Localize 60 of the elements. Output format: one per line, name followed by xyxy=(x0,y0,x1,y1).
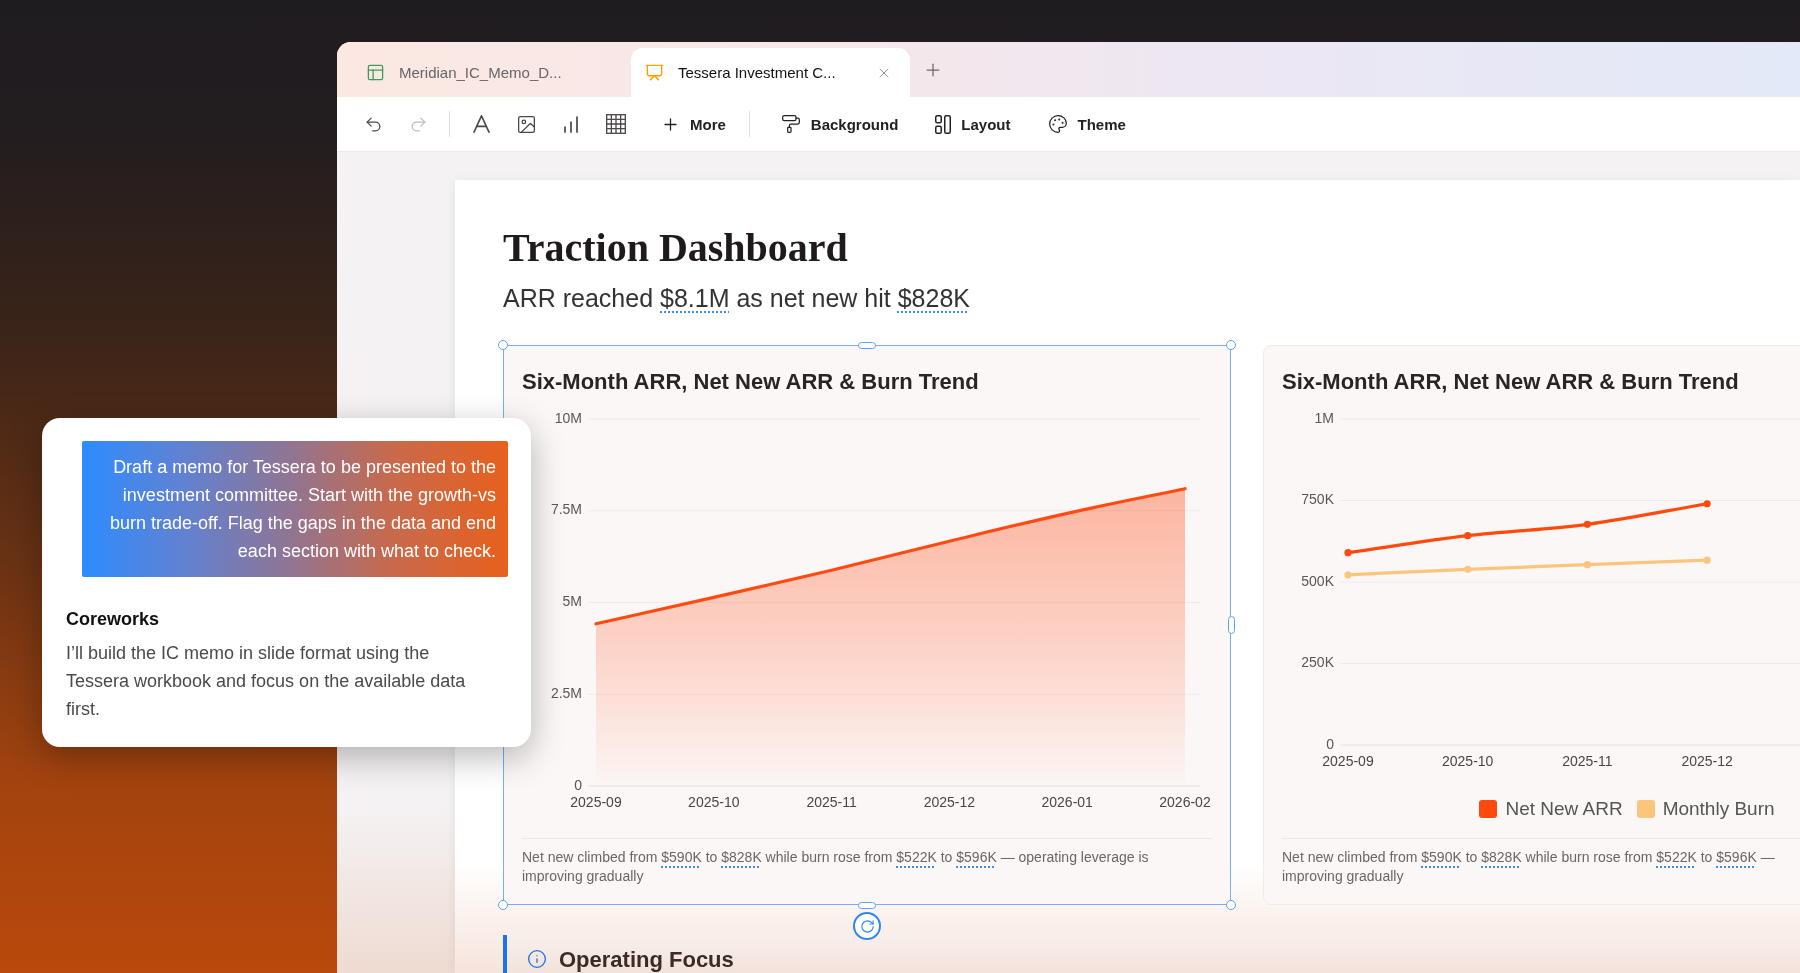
rotate-icon xyxy=(859,918,875,934)
x-axis-label: 2025-09 xyxy=(570,793,622,810)
chart-title: Six-Month ARR, Net New ARR & Burn Trend xyxy=(1282,368,1739,396)
image-icon xyxy=(515,113,537,135)
x-axis-label: 2025-12 xyxy=(923,793,976,810)
y-axis-label: 0 xyxy=(1326,735,1334,752)
y-axis-label: 1M xyxy=(1314,409,1334,426)
y-axis-label: 750K xyxy=(1301,491,1334,508)
resize-handle[interactable] xyxy=(498,340,508,350)
legend-label: Monthly Burn xyxy=(1662,798,1775,820)
x-axis-label: 2025-12 xyxy=(1681,752,1733,769)
slide-subtitle: ARR reached $8.1M as net new hit $828K xyxy=(503,283,970,313)
rotate-handle[interactable] xyxy=(853,912,881,940)
resize-handle[interactable] xyxy=(1227,616,1235,634)
chart-caption: improving gradually xyxy=(1282,867,1404,886)
chart-caption: Net new climbed from $590K to $828K while burn rose from $522K to $596K — xyxy=(1282,848,1775,867)
resize-handle[interactable] xyxy=(1226,340,1236,350)
layout-icon xyxy=(935,114,952,134)
x-axis-label: 2025-10 xyxy=(1442,752,1494,769)
palette-icon xyxy=(1047,114,1068,134)
resize-handle[interactable] xyxy=(858,901,876,909)
chart-title: Six-Month ARR, Net New ARR & Burn Trend xyxy=(522,368,979,396)
more-button[interactable]: More xyxy=(651,106,736,142)
y-axis-label: 7.5M xyxy=(550,501,582,518)
legend-label: Net New ARR xyxy=(1505,798,1623,820)
y-axis-label: 2.5M xyxy=(550,684,582,701)
bar-chart-icon xyxy=(564,115,578,133)
x-axis-label: 2025-11 xyxy=(806,793,857,810)
prompt-bubble: Draft a memo for Tessera to be presented to the investment committee. Start with the growth-vs burn trade-off. Flag the gaps in the data and end each section with what to check. xyxy=(82,441,508,577)
chart-caption: improving gradually xyxy=(522,867,644,886)
text-icon xyxy=(472,115,490,133)
x-axis-label: 2025-10 xyxy=(688,793,740,810)
table-icon xyxy=(606,114,626,134)
spreadsheet-icon xyxy=(366,63,385,82)
chart-caption: Net new climbed from $590K to $828K while burn rose from $522K to $596K — operating leverage is xyxy=(522,848,1149,867)
y-axis-label: 10M xyxy=(554,409,582,426)
x-axis-label: 2026-02 xyxy=(1159,793,1211,810)
info-icon xyxy=(527,949,547,969)
section-title: Operating Focus xyxy=(559,946,734,973)
y-axis-label: 500K xyxy=(1301,572,1334,589)
tab[interactable]: Meridian_IC_Memo_D... xyxy=(352,48,631,97)
paint-roller-icon xyxy=(780,114,801,134)
y-axis-label: 0 xyxy=(574,776,582,793)
layout-button[interactable]: Layout xyxy=(925,106,1021,142)
resize-handle[interactable] xyxy=(858,341,876,349)
x-axis-label: 2025-09 xyxy=(1322,752,1374,769)
slide-title: Traction Dashboard xyxy=(503,224,848,272)
reply-text: I’ll build the IC memo in slide format using the Tessera workbook and focus on the available data first. xyxy=(66,642,467,721)
x-axis-label: 2026-01 xyxy=(1041,793,1093,810)
tab[interactable]: Tessera Investment C... xyxy=(631,48,910,97)
resize-handle[interactable] xyxy=(1226,900,1236,910)
theme-button[interactable]: Theme xyxy=(1037,106,1136,142)
presentation-icon xyxy=(645,63,664,82)
y-axis-label: 250K xyxy=(1301,654,1334,671)
reply-author: Coreworks xyxy=(66,608,160,631)
resize-handle[interactable] xyxy=(498,900,508,910)
background-button[interactable]: Background xyxy=(770,106,909,142)
chart-card[interactable] xyxy=(503,345,1231,905)
x-axis-label: 2025-11 xyxy=(1562,752,1613,769)
y-axis-label: 5M xyxy=(562,593,582,610)
